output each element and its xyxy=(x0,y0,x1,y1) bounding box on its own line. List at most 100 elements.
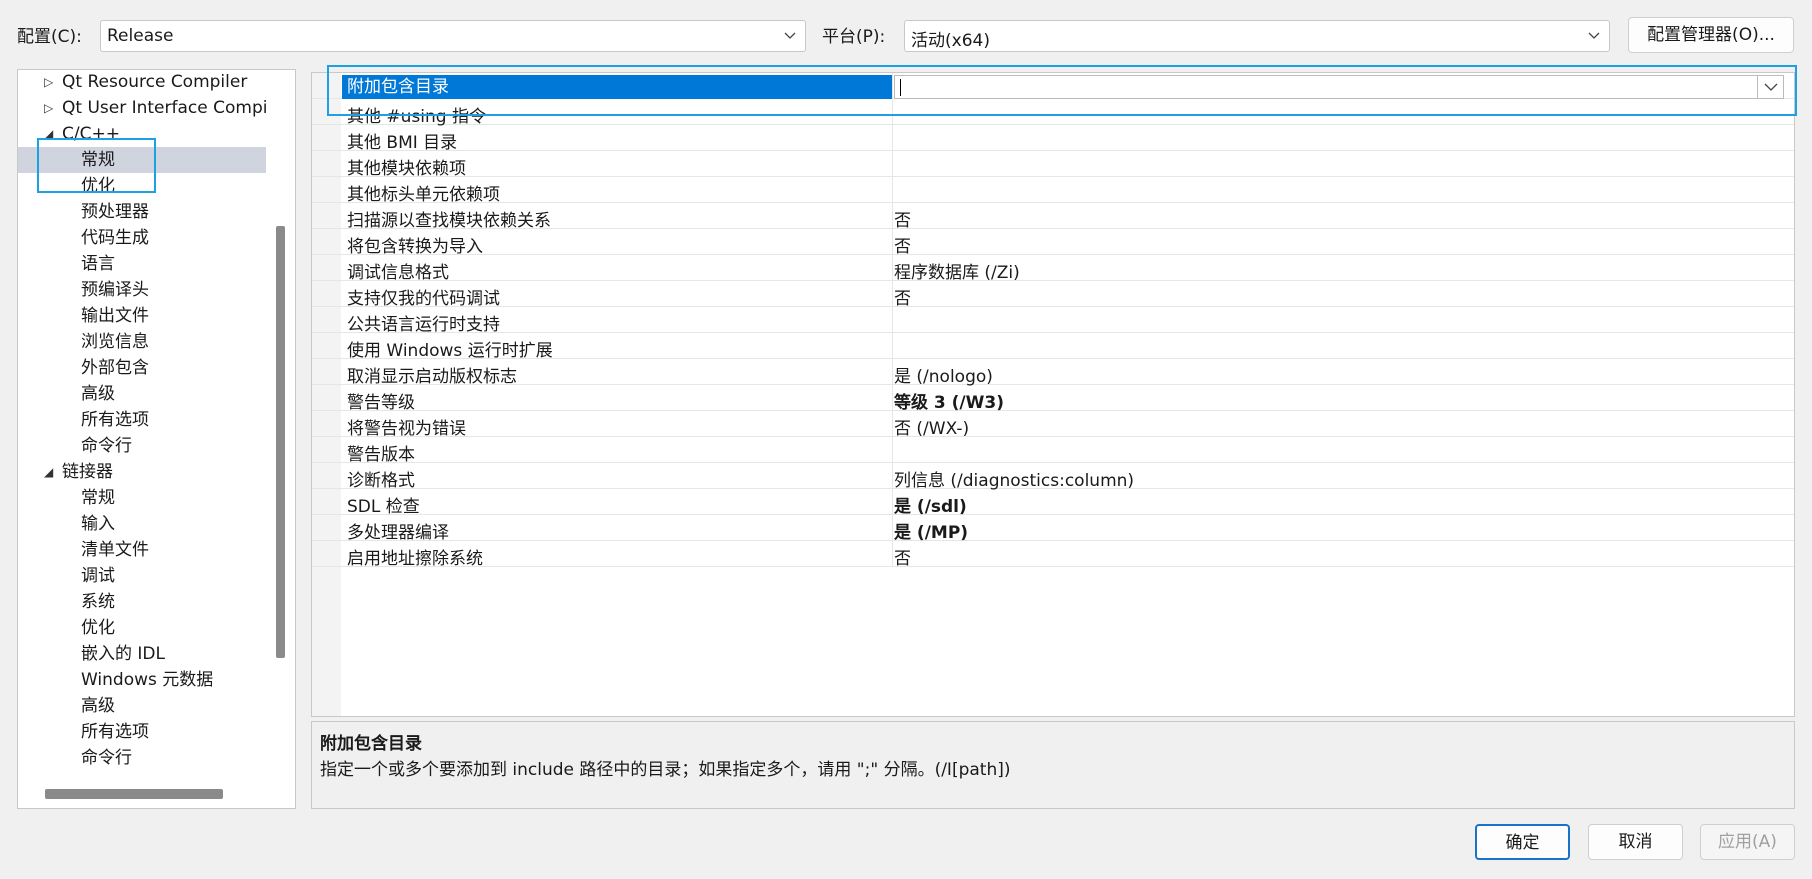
column-divider xyxy=(892,359,893,385)
column-divider xyxy=(892,489,893,515)
property-row[interactable]: 诊断格式 列信息 (/diagnostics:column) xyxy=(312,463,1794,491)
collapse-arrow-icon[interactable]: ◢ xyxy=(44,459,53,485)
property-row[interactable]: 公共语言运行时支持 xyxy=(312,307,1794,335)
property-row[interactable]: 取消显示启动版权标志 是 (/nologo) xyxy=(312,359,1794,387)
tree-item[interactable]: 高级 xyxy=(18,693,266,719)
column-divider xyxy=(892,437,893,463)
tree-item[interactable]: 调试 xyxy=(18,563,266,589)
tree-item[interactable]: ▷ Qt Resource Compiler xyxy=(18,70,266,95)
tree-item[interactable]: 常规 xyxy=(18,485,266,511)
tree-item-label: 预编译头 xyxy=(81,280,149,300)
tree-item-label: 高级 xyxy=(81,696,115,716)
tree-item[interactable]: 代码生成 xyxy=(18,225,266,251)
tree-item-label: 预处理器 xyxy=(81,202,149,222)
property-row[interactable]: 启用地址擦除系统 否 xyxy=(312,541,1794,569)
tree-item[interactable]: 清单文件 xyxy=(18,537,266,563)
property-value[interactable]: 是 (/nologo) xyxy=(894,362,993,387)
column-divider xyxy=(892,411,893,437)
property-row[interactable]: 调试信息格式 程序数据库 (/Zi) xyxy=(312,255,1794,283)
ok-button[interactable]: 确定 xyxy=(1475,824,1570,860)
column-divider xyxy=(892,541,893,567)
expand-arrow-icon[interactable]: ▷ xyxy=(44,70,53,95)
platform-select[interactable]: 活动(x64) xyxy=(904,20,1610,52)
property-value[interactable]: 是 (/sdl) xyxy=(894,492,967,517)
tree-item[interactable]: 输入 xyxy=(18,511,266,537)
tree-item[interactable]: 高级 xyxy=(18,381,266,407)
property-value[interactable]: 否 (/WX-) xyxy=(894,414,969,439)
property-value[interactable]: 列信息 (/diagnostics:column) xyxy=(894,466,1134,491)
tree-item[interactable]: 优化 xyxy=(18,615,266,641)
property-row[interactable]: 多处理器编译 是 (/MP) xyxy=(312,515,1794,543)
tree-item[interactable]: ◢ 链接器 xyxy=(18,459,266,485)
tree-item[interactable]: 命令行 xyxy=(18,433,266,459)
cancel-button[interactable]: 取消 xyxy=(1588,824,1683,860)
property-value[interactable]: 等级 3 (/W3) xyxy=(894,388,1004,413)
tree-item-label: 嵌入的 IDL xyxy=(81,644,165,664)
column-divider xyxy=(892,203,893,229)
property-name: 其他 BMI 目录 xyxy=(347,133,458,153)
tree-item[interactable]: 命令行 xyxy=(18,745,266,771)
tree-item[interactable]: 嵌入的 IDL xyxy=(18,641,266,667)
property-row[interactable]: 支持仅我的代码调试 否 xyxy=(312,281,1794,309)
tree-horizontal-scrollbar[interactable] xyxy=(45,789,223,799)
property-value[interactable]: 否 xyxy=(894,544,911,569)
property-name: 其他标头单元依赖项 xyxy=(347,185,500,205)
tree-item[interactable]: 语言 xyxy=(18,251,266,277)
property-row[interactable]: 将包含转换为导入 否 xyxy=(312,229,1794,257)
tree-item-label: 常规 xyxy=(81,488,115,508)
tree-item[interactable]: ▷ Qt User Interface Compi xyxy=(18,95,268,121)
tree-item[interactable]: 系统 xyxy=(18,589,266,615)
tree-vertical-scrollbar[interactable] xyxy=(276,226,285,658)
tree-item-label: 链接器 xyxy=(62,462,113,482)
description-panel: 附加包含目录 指定一个或多个要添加到 include 路径中的目录；如果指定多个… xyxy=(311,721,1795,809)
description-text: 指定一个或多个要添加到 include 路径中的目录；如果指定多个，请用 ";"… xyxy=(320,760,1011,780)
column-divider xyxy=(892,463,893,489)
property-row[interactable]: 其他标头单元依赖项 xyxy=(312,177,1794,205)
property-value[interactable]: 否 xyxy=(894,232,911,257)
property-value[interactable]: 否 xyxy=(894,206,911,231)
tree-item[interactable]: 所有选项 xyxy=(18,719,266,745)
config-label: 配置(C): xyxy=(17,27,82,47)
column-divider xyxy=(892,229,893,255)
tree-item-label: 优化 xyxy=(81,618,115,638)
tree-item-label: 外部包含 xyxy=(81,358,149,378)
property-grid: 附加包含目录 其他 #using 指令 其他 BMI 目录 其他模块依赖项 其他标头单元… xyxy=(311,72,1795,717)
tree-item-label: Qt User Interface Compi xyxy=(62,98,268,118)
config-manager-button[interactable]: 配置管理器(O)... xyxy=(1628,17,1794,53)
property-row[interactable]: 警告版本 xyxy=(312,437,1794,465)
property-row[interactable]: 将警告视为错误 否 (/WX-) xyxy=(312,411,1794,439)
tree-item-label: 系统 xyxy=(81,592,115,612)
property-name: 警告等级 xyxy=(347,393,415,413)
expand-arrow-icon[interactable]: ▷ xyxy=(44,95,53,121)
property-name: 多处理器编译 xyxy=(347,523,449,543)
property-row[interactable]: 警告等级 等级 3 (/W3) xyxy=(312,385,1794,413)
property-name: 将警告视为错误 xyxy=(347,419,466,439)
property-name: 支持仅我的代码调试 xyxy=(347,289,500,309)
annotation-box-general xyxy=(37,138,156,193)
property-row[interactable]: SDL 检查 是 (/sdl) xyxy=(312,489,1794,517)
tree-item[interactable]: Windows 元数据 xyxy=(18,667,266,693)
property-value[interactable]: 是 (/MP) xyxy=(894,518,968,543)
tree-item-label: 输入 xyxy=(81,514,115,534)
property-value[interactable]: 程序数据库 (/Zi) xyxy=(894,258,1020,283)
column-divider xyxy=(892,125,893,151)
config-select[interactable]: Release xyxy=(100,20,806,52)
tree-item[interactable]: 预处理器 xyxy=(18,199,266,225)
tree-item[interactable]: 浏览信息 xyxy=(18,329,266,355)
apply-button[interactable]: 应用(A) xyxy=(1700,824,1795,860)
tree-item[interactable]: 预编译头 xyxy=(18,277,266,303)
property-value[interactable]: 否 xyxy=(894,284,911,309)
property-row[interactable]: 使用 Windows 运行时扩展 xyxy=(312,333,1794,361)
tree-item[interactable]: 所有选项 xyxy=(18,407,266,433)
tree-item[interactable]: 输出文件 xyxy=(18,303,266,329)
property-row[interactable]: 其他模块依赖项 xyxy=(312,151,1794,179)
column-divider xyxy=(892,333,893,359)
property-row[interactable]: 扫描源以查找模块依赖关系 否 xyxy=(312,203,1794,231)
property-row[interactable]: 其他 BMI 目录 xyxy=(312,125,1794,153)
tree-item-label: Windows 元数据 xyxy=(81,670,214,690)
tree-item-label: 代码生成 xyxy=(81,228,149,248)
tree-item-label: 所有选项 xyxy=(81,722,149,742)
column-divider xyxy=(892,151,893,177)
tree-item[interactable]: 外部包含 xyxy=(18,355,266,381)
platform-select-value: 活动(x64) xyxy=(911,31,990,51)
